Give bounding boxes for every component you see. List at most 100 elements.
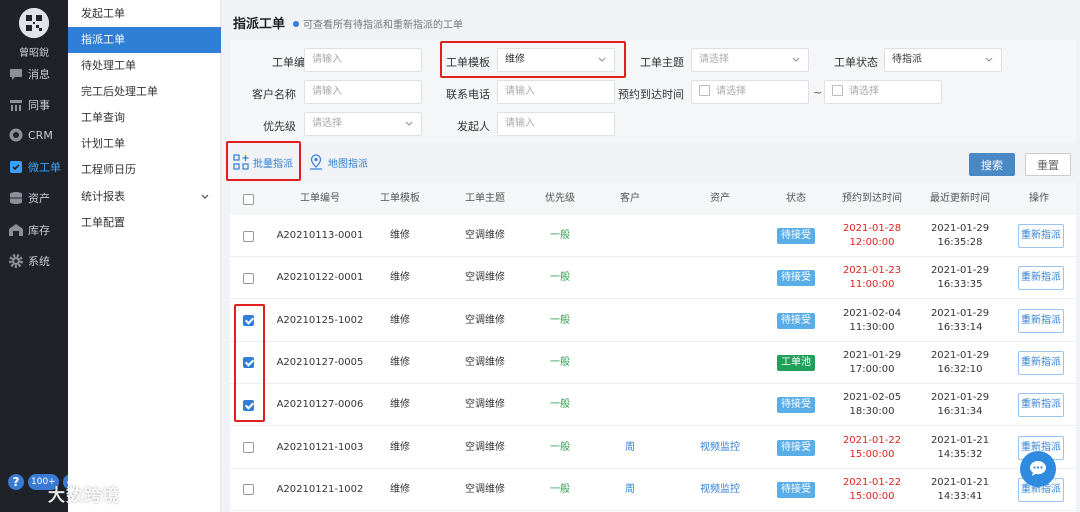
template-cell: 维修 bbox=[390, 441, 410, 453]
subject-select[interactable]: 请选择 bbox=[691, 48, 809, 72]
menu-item-assign-order[interactable]: 指派工单 bbox=[68, 27, 221, 53]
status-cell: 待接受 bbox=[776, 427, 816, 469]
order-no-input[interactable]: 请输入 bbox=[304, 48, 422, 72]
order-no-cell: A20210113-0001 bbox=[276, 230, 364, 241]
icon-rail: 曾昭銳 消息 同事 CRM 微工单 资产 库存 系统 ? 100+ bbox=[0, 0, 79, 512]
row-checkbox[interactable] bbox=[242, 272, 254, 284]
initiator-input[interactable]: 请输入 bbox=[497, 112, 615, 136]
th-customer: 客户 bbox=[620, 193, 640, 204]
asset-cell bbox=[690, 300, 750, 342]
row-checkbox-cell bbox=[240, 427, 256, 469]
customer-cell[interactable]: 周 bbox=[610, 427, 650, 469]
reassign-button[interactable]: 重新指派 bbox=[1018, 308, 1064, 333]
table-row: A20210122-0001 维修 空调维修 一般 待接受 2021-01-23 11:00… bbox=[230, 257, 1076, 300]
main-content: 指派工单 可查看所有待指派和重新指派的工单 工单编号 请输入 工单模板 维修 工… bbox=[222, 0, 1080, 512]
row-checkbox[interactable] bbox=[242, 230, 254, 242]
priority-label: 优先级 bbox=[263, 120, 296, 133]
help-icon[interactable]: ? bbox=[8, 474, 24, 490]
menu-item-order-query[interactable]: 工单查询 bbox=[68, 105, 221, 131]
reassign-button[interactable]: 重新指派 bbox=[1018, 350, 1064, 375]
updated-time-cell: 2021-01-21 14:33:41 bbox=[930, 476, 990, 502]
reassign-button[interactable]: 重新指派 bbox=[1018, 393, 1064, 418]
th-status: 状态 bbox=[786, 193, 806, 204]
reset-button[interactable]: 重置 bbox=[1025, 153, 1071, 176]
chat-button[interactable] bbox=[1020, 451, 1056, 487]
th-template: 工单模板 bbox=[380, 193, 420, 204]
updated-time-cell: 2021-01-29 16:33:14 bbox=[930, 307, 990, 333]
row-checkbox[interactable] bbox=[242, 442, 254, 453]
system-gear-icon bbox=[8, 253, 24, 269]
menu-item-post-completion[interactable]: 完工后处理工单 bbox=[68, 79, 221, 105]
status-select[interactable]: 待指派 bbox=[884, 48, 1002, 72]
row-checkbox-cell bbox=[240, 469, 256, 511]
map-assign-link[interactable]: 地图指派 bbox=[308, 154, 368, 170]
avatar[interactable] bbox=[19, 8, 49, 38]
order-no-cell: A20210127-0005 bbox=[276, 356, 364, 368]
status-badge: 待接受 bbox=[777, 439, 815, 456]
menu-item-reports[interactable]: 统计报表 bbox=[68, 184, 221, 210]
rail-item-system[interactable]: 系统 bbox=[0, 249, 68, 273]
updated-time-cell: 2021-01-21 14:35:32 bbox=[930, 434, 990, 460]
row-checkbox-cell bbox=[240, 215, 256, 257]
asset-cell[interactable]: 视频监控 bbox=[690, 469, 750, 511]
table-header: 工单编号 工单模板 工单主题 优先级 客户 资产 状态 预约到达时间 最近更新时… bbox=[230, 183, 1076, 215]
rail-item-assets[interactable]: 资产 bbox=[0, 186, 68, 210]
row-checkbox[interactable] bbox=[242, 484, 254, 496]
table-row: A20210127-0006 维修 空调维修 一般 待接受 2021-02-05 18:30… bbox=[230, 384, 1076, 427]
status-cell: 待接受 bbox=[776, 469, 816, 511]
qr-avatar-icon bbox=[19, 8, 49, 38]
initiator-label: 发起人 bbox=[457, 120, 490, 133]
asset-cell[interactable]: 视频监控 bbox=[690, 427, 750, 469]
th-arrival-time: 预约到达时间 bbox=[842, 193, 902, 204]
select-all-checkbox[interactable] bbox=[242, 193, 254, 205]
customer-label: 客户名称 bbox=[252, 88, 296, 101]
th-asset: 资产 bbox=[710, 193, 730, 204]
rail-item-colleagues[interactable]: 同事 bbox=[0, 93, 68, 117]
priority-select[interactable]: 请选择 bbox=[304, 112, 422, 136]
arrival-time-label: 预约到达时间 bbox=[618, 88, 684, 101]
subject-cell: 空调维修 bbox=[465, 441, 505, 453]
rail-item-inventory[interactable]: 库存 bbox=[0, 218, 68, 242]
customer-input[interactable]: 请输入 bbox=[304, 80, 422, 104]
chevron-down-icon bbox=[201, 194, 209, 199]
search-button[interactable]: 搜索 bbox=[969, 153, 1015, 176]
subject-label: 工单主题 bbox=[640, 56, 684, 69]
menu-item-order-config[interactable]: 工单配置 bbox=[68, 210, 221, 236]
arrival-end-picker[interactable]: 请选择 bbox=[824, 80, 942, 104]
th-subject: 工单主题 bbox=[465, 193, 505, 204]
crm-icon bbox=[8, 127, 24, 143]
rail-item-work-order[interactable]: 微工单 bbox=[0, 155, 68, 179]
customer-cell[interactable]: 周 bbox=[610, 469, 650, 511]
template-cell: 维修 bbox=[390, 483, 410, 495]
menu-item-pending-order[interactable]: 待处理工单 bbox=[68, 53, 221, 79]
priority-cell: 一般 bbox=[550, 356, 570, 368]
filter-panel: 工单编号 请输入 工单模板 维修 工单主题 请选择 工单状态 待指派 客户名称 … bbox=[230, 40, 1076, 143]
arrival-start-picker[interactable]: 请选择 bbox=[691, 80, 809, 104]
reassign-button[interactable]: 重新指派 bbox=[1018, 266, 1064, 291]
reassign-button[interactable]: 重新指派 bbox=[1018, 224, 1064, 248]
work-order-icon bbox=[8, 159, 24, 175]
phone-input[interactable]: 请输入 bbox=[497, 80, 615, 104]
operation-cell: 重新指派 bbox=[1016, 342, 1066, 384]
arrival-time-cell: 2021-02-05 18:30:00 bbox=[842, 392, 902, 418]
rail-item-messages[interactable]: 消息 bbox=[0, 62, 68, 86]
menu-item-engineer-calendar[interactable]: 工程师日历 bbox=[68, 157, 221, 183]
chevron-down-icon bbox=[792, 57, 800, 62]
arrival-time-cell: 2021-01-22 15:00:00 bbox=[842, 434, 902, 460]
order-no-cell: A20210121-1003 bbox=[276, 441, 364, 453]
order-no-cell: A20210127-0006 bbox=[276, 399, 364, 411]
rail-item-crm[interactable]: CRM bbox=[0, 123, 68, 147]
priority-cell: 一般 bbox=[550, 441, 570, 453]
subject-cell: 空调维修 bbox=[465, 314, 505, 326]
status-badge: 待接受 bbox=[777, 481, 815, 498]
priority-cell: 一般 bbox=[550, 272, 570, 284]
order-table: 工单编号 工单模板 工单主题 优先级 客户 资产 状态 预约到达时间 最近更新时… bbox=[230, 183, 1076, 512]
subject-cell: 空调维修 bbox=[465, 230, 505, 241]
asset-cell bbox=[690, 342, 750, 384]
subject-cell: 空调维修 bbox=[465, 483, 505, 495]
table-row: A20210121-1003 维修 空调维修 一般 周视频监控 待接受 2021-01-22… bbox=[230, 427, 1076, 469]
menu-item-create-order[interactable]: 发起工单 bbox=[68, 1, 221, 27]
menu-item-planned-order[interactable]: 计划工单 bbox=[68, 131, 221, 157]
subject-cell: 空调维修 bbox=[465, 272, 505, 284]
chat-bubble-icon bbox=[1030, 461, 1046, 476]
